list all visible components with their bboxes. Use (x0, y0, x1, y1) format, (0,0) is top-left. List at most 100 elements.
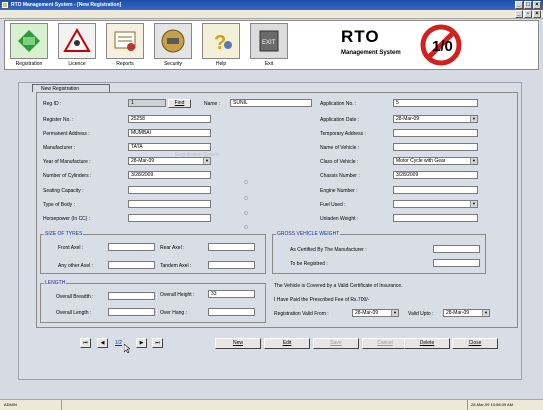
valid-from-label: Registration Valid From : (274, 311, 329, 317)
temporary-address-field[interactable] (393, 129, 478, 137)
over-hang-label: Over Hang : (160, 310, 187, 316)
application-date-value: 28-Mar-09 (396, 116, 420, 122)
overall-height-field[interactable]: 33 (208, 290, 255, 298)
manufacturer-label: Manufacturer : (43, 145, 76, 151)
window-title: RTO Management System - [New Registratio… (11, 2, 122, 8)
toolbar-security[interactable]: Security (153, 23, 193, 69)
overall-breadth-label: Overall Breadth : (56, 294, 94, 300)
chassis-number-label: Chassis Number : (320, 173, 360, 179)
type-of-body-field[interactable] (128, 200, 211, 208)
valid-from-picker[interactable]: 28-Mar-09 ▼ (352, 309, 399, 317)
close-form-button[interactable]: Close (452, 338, 498, 349)
no-sign-text: 1/0 (432, 38, 453, 55)
year-of-manufacture-picker[interactable]: 28-Mar-09 ▼ (128, 157, 211, 165)
length-group (40, 283, 266, 323)
number-of-cylinders-field[interactable]: 3/28/2009 (128, 171, 211, 179)
valid-from-value: 28-Mar-09 (355, 310, 379, 316)
fuel-used-label: Fuel Used : (320, 202, 346, 208)
class-of-vehicle-label: Class of Vehicle : (320, 159, 359, 165)
dropdown-arrow-icon[interactable]: ▼ (470, 116, 477, 122)
child-restore-button[interactable]: ▫ (524, 10, 532, 18)
rear-axel-field[interactable] (208, 243, 255, 251)
tab-new-registration[interactable]: New Registration (32, 84, 110, 92)
toolbar-label: Registration (15, 61, 43, 67)
first-record-button[interactable]: ⏮ (80, 338, 91, 348)
number-of-cylinders-label: Number of Cylinders : (43, 173, 92, 179)
type-of-body-label: Type of Body : (43, 202, 75, 208)
horsepower-field[interactable] (128, 214, 211, 222)
title-bar: RTO Management System - [New Registratio… (0, 0, 543, 10)
save-button[interactable]: Save (313, 338, 359, 349)
toolbar-registration[interactable]: Registration (9, 23, 49, 69)
unladen-weight-label: Unladen Weight : (320, 216, 359, 222)
application-date-label: Application Date : (320, 117, 360, 123)
name-field[interactable]: SUNIL (230, 99, 312, 107)
dropdown-arrow-icon[interactable]: ▼ (391, 310, 398, 316)
permanent-address-field[interactable]: MUMBAI (128, 129, 211, 137)
find-button[interactable]: Find (168, 99, 191, 108)
overall-breadth-field[interactable] (108, 292, 155, 300)
child-close-button[interactable]: × (533, 10, 541, 18)
any-other-axel-field[interactable] (108, 261, 155, 269)
next-record-button[interactable]: ▶ (136, 338, 147, 348)
svg-text:?: ? (214, 32, 226, 54)
last-record-icon: ⏭ (155, 340, 160, 346)
fuel-used-select[interactable]: ▼ (393, 200, 478, 208)
tandem-axel-field[interactable] (208, 261, 255, 269)
child-minimize-button[interactable]: _ (515, 10, 523, 18)
dropdown-arrow-icon[interactable]: ▼ (470, 158, 477, 164)
mouse-cursor-icon (124, 344, 130, 353)
toolbar-reports[interactable]: Reports (105, 23, 145, 69)
over-hang-field[interactable] (208, 308, 255, 316)
exit-icon-text: EXIT (262, 40, 276, 46)
seating-capacity-field[interactable] (128, 186, 211, 194)
registered-weight-label: To be Registred : (290, 261, 328, 267)
maximize-button[interactable]: □ (524, 1, 532, 9)
status-datetime: 28-Mar-09 10:58:39 AM (467, 400, 541, 410)
engine-number-field[interactable] (393, 186, 478, 194)
delete-button[interactable]: Delete (404, 338, 450, 349)
previous-record-button[interactable]: ◀ (97, 338, 108, 348)
toolbar-help[interactable]: ? Help (201, 23, 241, 69)
manufacturer-field[interactable]: TATA (128, 143, 211, 151)
overall-length-field[interactable] (108, 308, 155, 316)
application-no-label: Application No. : (320, 101, 357, 107)
close-button[interactable]: × (533, 1, 541, 9)
dropdown-arrow-icon[interactable]: ▼ (470, 201, 477, 207)
front-axel-label: Front Axel : (58, 245, 84, 251)
dropdown-arrow-icon[interactable]: ▼ (482, 310, 489, 316)
new-button[interactable]: New (215, 338, 261, 349)
radio-option[interactable] (244, 196, 248, 200)
toolbar-exit[interactable]: EXIT Exit (249, 23, 289, 69)
dropdown-arrow-icon[interactable]: ▼ (203, 158, 210, 164)
toolbar-label: Security (163, 61, 183, 67)
front-axel-field[interactable] (108, 243, 155, 251)
valid-upto-picker[interactable]: 28-Mar-09 ▼ (443, 309, 490, 317)
chassis-number-field[interactable]: 3/28/2009 (393, 171, 478, 179)
size-of-tyres-title: SIZE OF TYRES (44, 231, 84, 237)
radio-option[interactable] (244, 180, 248, 184)
app-icon[interactable] (2, 2, 8, 8)
cancel-button[interactable]: Cancel (362, 338, 408, 349)
registered-weight-field[interactable] (433, 259, 480, 267)
application-date-picker[interactable]: 28-Mar-09 ▼ (393, 115, 478, 123)
menu-bar: _ ▫ × (0, 10, 543, 19)
radio-option[interactable] (244, 225, 248, 229)
application-no-field[interactable]: 5 (393, 99, 478, 107)
certified-weight-field[interactable] (433, 245, 480, 253)
reg-id-label: Reg ID : (43, 101, 62, 107)
child-window-controls: _ ▫ × (515, 10, 541, 18)
class-of-vehicle-select[interactable]: Motor Cycle with Gear ▼ (393, 157, 478, 165)
toolbar-licence[interactable]: Licence (57, 23, 97, 69)
status-bar: ADMIN 28-Mar-09 10:58:39 AM (0, 399, 543, 410)
radio-option[interactable] (244, 211, 248, 215)
name-of-vehicle-field[interactable] (393, 143, 478, 151)
reg-id-field[interactable]: 1 (128, 99, 166, 107)
last-record-button[interactable]: ⏭ (152, 338, 163, 348)
edit-button[interactable]: Edit (264, 338, 310, 349)
minimize-button[interactable]: _ (515, 1, 523, 9)
register-no-field[interactable]: 25258 (128, 115, 211, 123)
unladen-weight-field[interactable] (393, 214, 478, 222)
watermark-text: Registration System (175, 152, 220, 158)
main-toolbar: Registration Licence Reports Security ? … (4, 20, 539, 70)
